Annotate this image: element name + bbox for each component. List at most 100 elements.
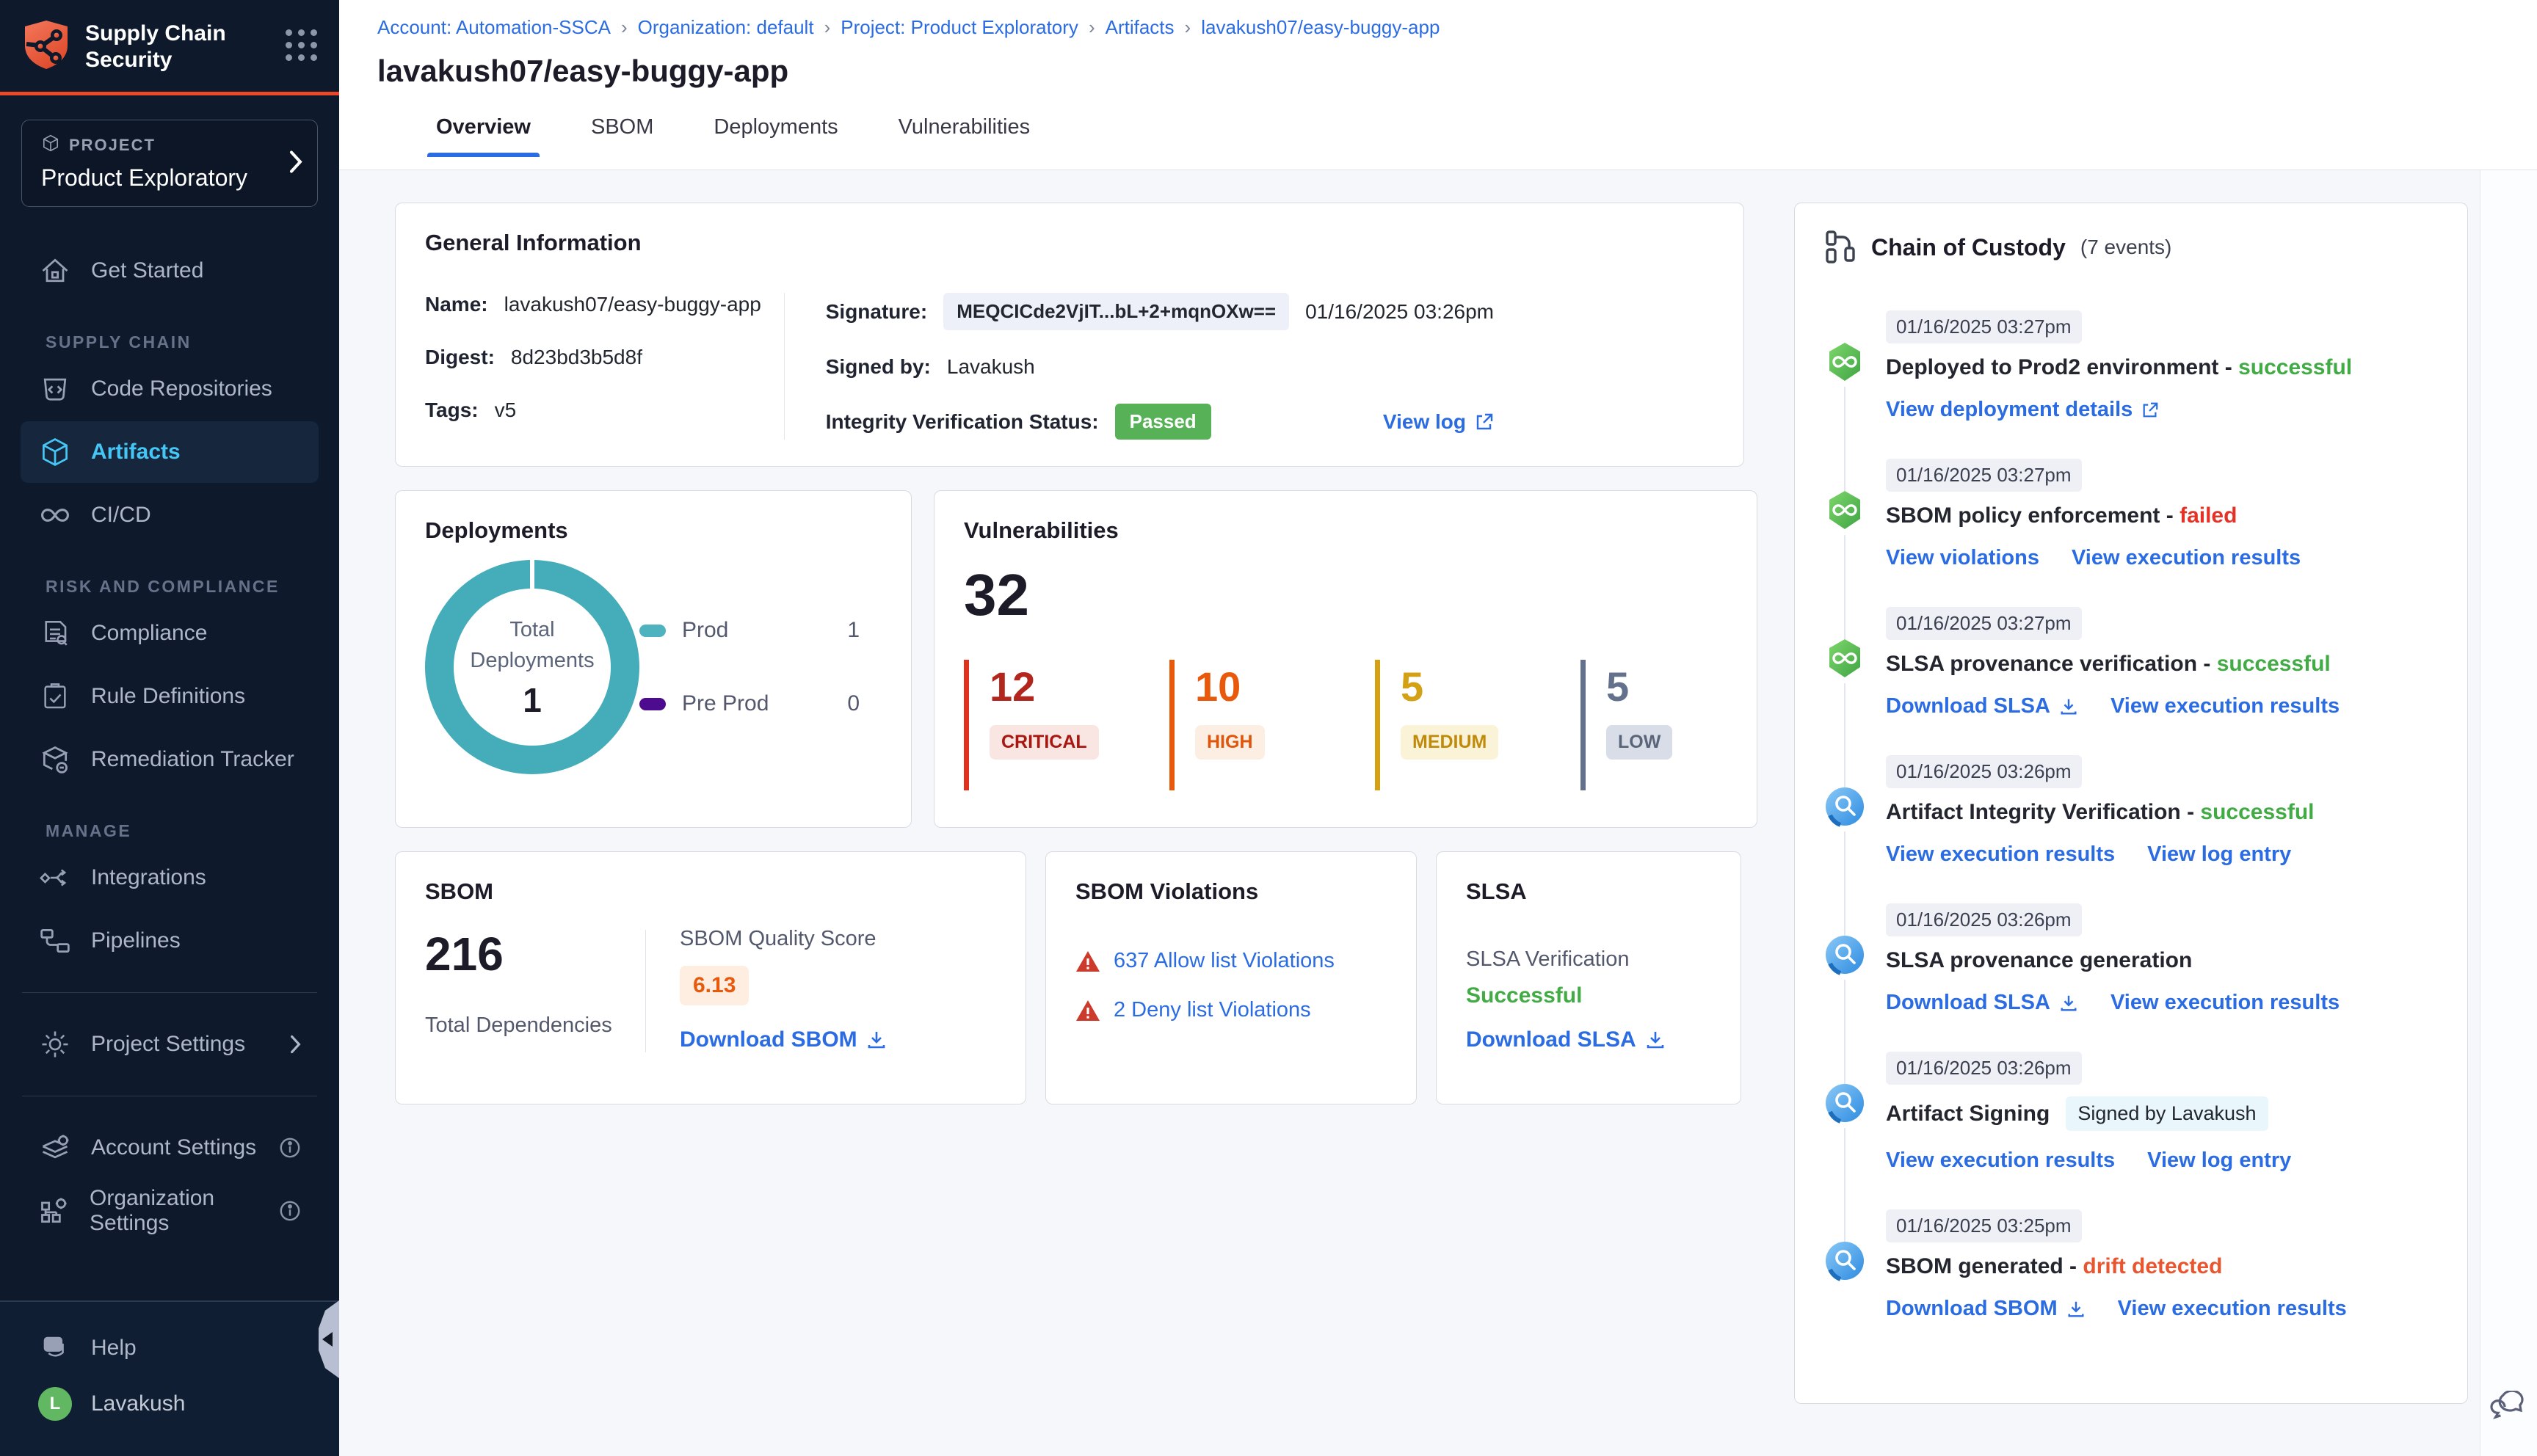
view-execution-results-link[interactable]: View execution results [1886,842,2115,867]
pipelines-icon [38,925,72,957]
integrity-status-badge: Passed [1114,404,1211,440]
tab-bar: Overview SBOM Deployments Vulnerabilitie… [427,105,2537,157]
pipeline-cd-icon [1824,638,1865,679]
prod-count: 1 [847,618,860,642]
download-sbom-link[interactable]: Download SBOM [680,1027,887,1052]
content: General Information Name: lavakush07/eas… [339,170,2537,1456]
events-count: (7 events) [2080,236,2172,258]
breadcrumb-separator: › [824,16,831,38]
pre-prod-swatch [639,697,666,710]
view-violations-link[interactable]: View violations [1886,546,2039,570]
slsa-card: SLSA SLSA Verification Successful Downlo… [1436,851,1741,1104]
download-icon [2061,699,2077,714]
chain-of-custody-icon [1826,230,1855,263]
event-links: View execution results View log entry [1886,842,2438,867]
external-link-icon [1476,413,1493,429]
supply-chain-scan-icon [1824,934,1865,975]
sidebar-item-project-settings[interactable]: Project Settings [21,1013,319,1075]
card-title: General Information [425,230,642,255]
breadcrumb-organization[interactable]: Organization: default [638,16,814,39]
tab-overview[interactable]: Overview [427,105,540,157]
info-icon[interactable] [279,1137,301,1159]
section-manage: MANAGE [46,821,132,840]
download-slsa-link[interactable]: Download SLSA [1886,694,2078,718]
view-execution-results-link[interactable]: View execution results [2072,546,2301,570]
view-deployment-details-link[interactable]: View deployment details [1886,398,2159,422]
download-icon [2061,995,2077,1011]
sidebar-item-get-started[interactable]: Get Started [21,240,319,302]
sidebar-item-organization-settings[interactable]: Organization Settings [21,1180,319,1242]
sidebar-item-compliance[interactable]: Compliance [21,603,319,664]
event-links: Download SLSA View execution results [1886,694,2438,718]
sidebar-footer: ? Help L Lavakush [0,1300,339,1456]
infinity-icon [38,499,72,531]
card-title: SLSA [1466,878,1527,904]
info-icon[interactable] [279,1200,301,1222]
event-status: failed [2180,503,2237,528]
view-execution-results-link[interactable]: View execution results [2110,694,2340,718]
divider [22,992,317,993]
tab-sbom[interactable]: SBOM [582,105,662,157]
breadcrumb-separator: › [1088,16,1095,38]
external-link-icon [2143,402,2158,417]
user-menu[interactable]: L Lavakush [21,1375,319,1433]
module-grid-icon[interactable] [286,29,317,61]
view-execution-results-link[interactable]: View execution results [1886,1149,2115,1173]
page-header: Account: Automation-SSCA › Organization: … [339,0,2537,170]
sidebar-item-remediation-tracker[interactable]: Remediation Tracker [21,729,319,790]
supply-chain-scan-icon [1824,1240,1865,1281]
legend-pre-prod[interactable]: Pre Prod 0 [639,691,860,716]
high-badge: HIGH [1195,725,1265,760]
breadcrumb-account[interactable]: Account: Automation-SSCA [377,16,611,39]
view-execution-results-link[interactable]: View execution results [2118,1297,2347,1321]
pipeline-cd-icon [1824,489,1865,531]
view-execution-results-link[interactable]: View execution results [2110,991,2340,1015]
chain-event: 01/16/2025 03:26pm SLSA provenance gener… [1824,903,2438,1084]
severity-high: 10 HIGH [1169,660,1375,790]
sbom-card: SBOM 216 Total Dependencies SBOM Quality… [395,851,1026,1104]
integrations-icon [38,862,72,893]
sidebar-item-account-settings[interactable]: Account Settings [21,1117,319,1179]
event-title: SLSA provenance generation [1886,948,2193,972]
legend-prod[interactable]: Prod 1 [639,618,860,643]
gear-icon [38,1029,72,1060]
svg-text:?: ? [50,1339,57,1350]
tab-vulnerabilities[interactable]: Vulnerabilities [890,105,1039,157]
view-log-link[interactable]: View log [1383,410,1494,434]
project-selector[interactable]: PROJECT Product Exploratory [21,120,318,207]
feedback-chat-icon[interactable] [2489,1389,2525,1428]
sidebar-item-help[interactable]: ? Help [21,1322,319,1374]
sidebar-item-pipelines[interactable]: Pipelines [21,910,319,972]
download-slsa-link[interactable]: Download SLSA [1466,1027,1666,1052]
view-log-entry-link[interactable]: View log entry [2147,1149,2291,1173]
sidebar-item-code-repositories[interactable]: Code Repositories [21,358,319,420]
sidebar-item-integrations[interactable]: Integrations [21,847,319,909]
sbom-violations-card: SBOM Violations 637 Allow list Violation… [1045,851,1417,1104]
download-icon [868,1032,885,1049]
integrity-status-label: Integrity Verification Status: [825,410,1099,433]
tab-deployments[interactable]: Deployments [705,105,846,157]
signature-value[interactable]: MEQCICde2VjIT...bL+2+mqnOXw== [943,293,1290,330]
download-slsa-link[interactable]: Download SLSA [1886,991,2078,1015]
view-log-entry-link[interactable]: View log entry [2147,842,2291,867]
event-timestamp: 01/16/2025 03:27pm [1886,459,2082,492]
deny-list-violations-link[interactable]: 2 Deny list Violations [1114,998,1311,1022]
total-dependencies-label: Total Dependencies [425,1013,612,1037]
event-title: Deployed to Prod2 environment - [1886,355,2239,379]
page-title: lavakush07/easy-buggy-app [377,54,789,88]
warning-triangle-icon [1076,950,1100,972]
breadcrumb-project[interactable]: Project: Product Exploratory [841,16,1078,39]
sidebar-item-cicd[interactable]: CI/CD [21,484,319,546]
allow-list-violations-link[interactable]: 637 Allow list Violations [1114,949,1335,973]
breadcrumb-current[interactable]: lavakush07/easy-buggy-app [1201,16,1440,39]
download-sbom-link[interactable]: Download SBOM [1886,1297,2086,1321]
divider [645,930,646,1052]
user-name: Lavakush [91,1391,186,1416]
breadcrumb-artifacts[interactable]: Artifacts [1106,16,1175,39]
sbom-total-dependencies: 216 [425,928,504,980]
sidebar-item-rule-definitions[interactable]: Rule Definitions [21,666,319,727]
user-avatar: L [38,1387,72,1421]
breadcrumb: Account: Automation-SSCA › Organization: … [377,16,2537,39]
deployments-legend: Prod 1 Pre Prod 0 [639,618,860,716]
sidebar-item-artifacts[interactable]: Artifacts [21,421,319,483]
